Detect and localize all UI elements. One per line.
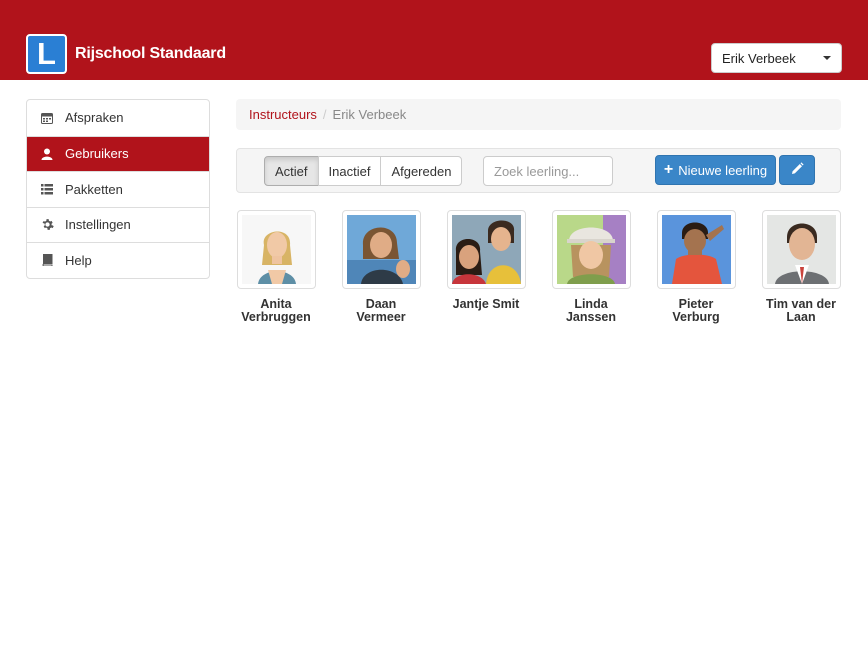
brand[interactable]: L Rijschool Standaard <box>26 34 226 74</box>
pencil-icon <box>791 162 804 178</box>
student-grid: Anita Verbruggen Daan Vermeer Jantje Smi… <box>236 210 846 350</box>
top-navbar: L Rijschool Standaard Erik Verbeek <box>0 0 868 80</box>
filter-afgereden-button[interactable]: Afgereden <box>380 156 463 186</box>
search-input[interactable] <box>483 156 613 186</box>
student-card[interactable]: Jantje Smit <box>446 210 526 311</box>
breadcrumb: Instructeurs / Erik Verbeek <box>236 99 841 130</box>
sidebar-item-label: Instellingen <box>65 217 131 233</box>
sidebar: Afspraken Gebruikers Pakketten Instellin… <box>26 99 210 279</box>
toolbar: Actief Inactief Afgereden + Nieuwe leerl… <box>236 148 841 193</box>
sidebar-item-label: Afspraken <box>65 110 124 126</box>
student-card[interactable]: Tim van der Laan <box>761 210 841 324</box>
student-photo <box>241 215 311 284</box>
student-photo <box>556 215 626 284</box>
student-photo <box>766 215 836 284</box>
student-name: Tim van der Laan <box>766 297 836 324</box>
list-icon <box>40 182 54 196</box>
plus-icon: + <box>663 161 674 178</box>
student-thumbnail <box>446 210 526 289</box>
user-icon <box>40 147 54 161</box>
student-thumbnail <box>656 210 736 289</box>
student-name: Anita Verbruggen <box>241 297 311 324</box>
student-card[interactable]: Pieter Verburg <box>656 210 736 324</box>
breadcrumb-current: Erik Verbeek <box>332 107 407 122</box>
sidebar-item-afspraken[interactable]: Afspraken <box>27 100 209 136</box>
student-card[interactable]: Anita Verbruggen <box>236 210 316 324</box>
filter-inactief-button[interactable]: Inactief <box>317 156 382 186</box>
student-name: Daan Vermeer <box>356 297 406 324</box>
student-card[interactable]: Linda Janssen <box>551 210 631 324</box>
sidebar-item-label: Help <box>65 252 92 268</box>
book-icon <box>40 253 54 267</box>
logo: L <box>26 34 67 74</box>
user-dropdown-label: Erik Verbeek <box>722 50 796 66</box>
sidebar-item-pakketten[interactable]: Pakketten <box>27 171 209 207</box>
student-photo <box>451 215 521 284</box>
student-name: Linda Janssen <box>565 297 617 324</box>
brand-name: Rijschool Standaard <box>75 45 226 62</box>
sidebar-item-label: Pakketten <box>65 181 123 197</box>
student-thumbnail <box>341 210 421 289</box>
sidebar-item-help[interactable]: Help <box>27 242 209 278</box>
calendar-icon <box>40 111 54 125</box>
edit-button[interactable] <box>779 155 815 185</box>
sidebar-item-instellingen[interactable]: Instellingen <box>27 206 209 243</box>
sidebar-item-label: Gebruikers <box>65 146 129 162</box>
breadcrumb-link-instructeurs[interactable]: Instructeurs <box>249 107 317 122</box>
gear-icon <box>40 218 54 232</box>
student-thumbnail <box>761 210 841 289</box>
user-dropdown[interactable]: Erik Verbeek <box>711 43 842 73</box>
new-student-button-label: Nieuwe leerling <box>678 162 768 178</box>
breadcrumb-separator: / <box>322 107 327 122</box>
student-name: Jantje Smit <box>452 297 520 311</box>
logo-letter: L <box>37 36 56 71</box>
caret-down-icon <box>823 56 831 60</box>
student-thumbnail <box>236 210 316 289</box>
status-filter-group: Actief Inactief Afgereden <box>264 156 463 186</box>
sidebar-item-gebruikers[interactable]: Gebruikers <box>27 135 209 171</box>
student-photo <box>346 215 416 284</box>
student-card[interactable]: Daan Vermeer <box>341 210 421 324</box>
student-name: Pieter Verburg <box>672 297 720 324</box>
student-photo <box>661 215 731 284</box>
student-thumbnail <box>551 210 631 289</box>
new-student-button[interactable]: + Nieuwe leerling <box>655 155 776 185</box>
filter-actief-button[interactable]: Actief <box>264 156 319 186</box>
